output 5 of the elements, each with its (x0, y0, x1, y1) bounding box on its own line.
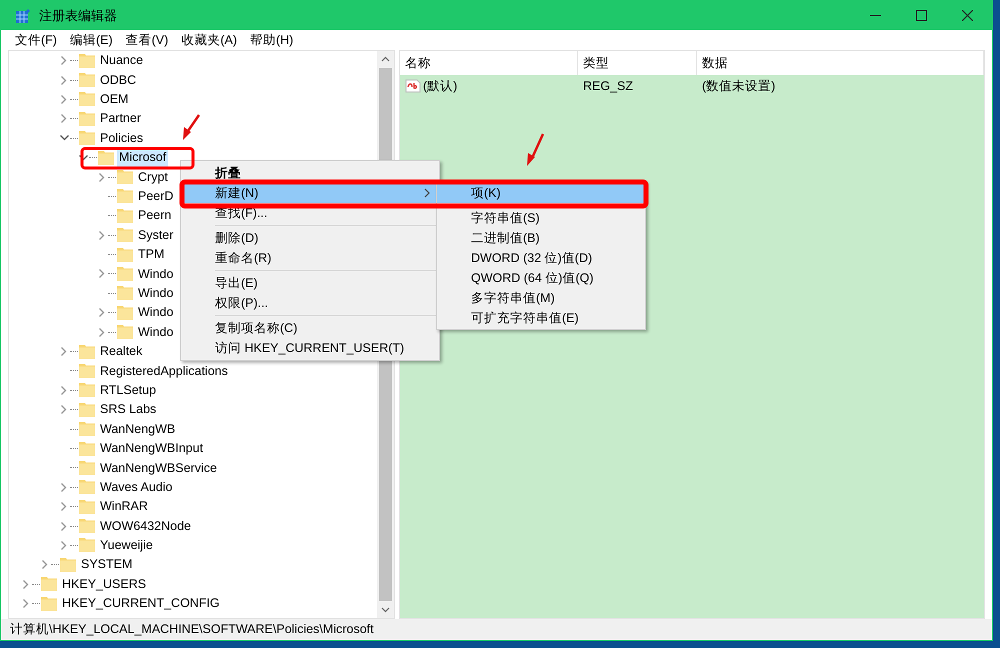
table-cell-text: (数值未设置) (701, 78, 776, 95)
status-bar: 计算机\HKEY_LOCAL_MACHINE\SOFTWARE\Policies\Microsoft (1, 619, 992, 640)
window-title: 注册表编辑器 (39, 6, 117, 25)
table-cell-text: REG_SZ (582, 78, 634, 95)
table-cell-text: (默认) (423, 78, 458, 95)
